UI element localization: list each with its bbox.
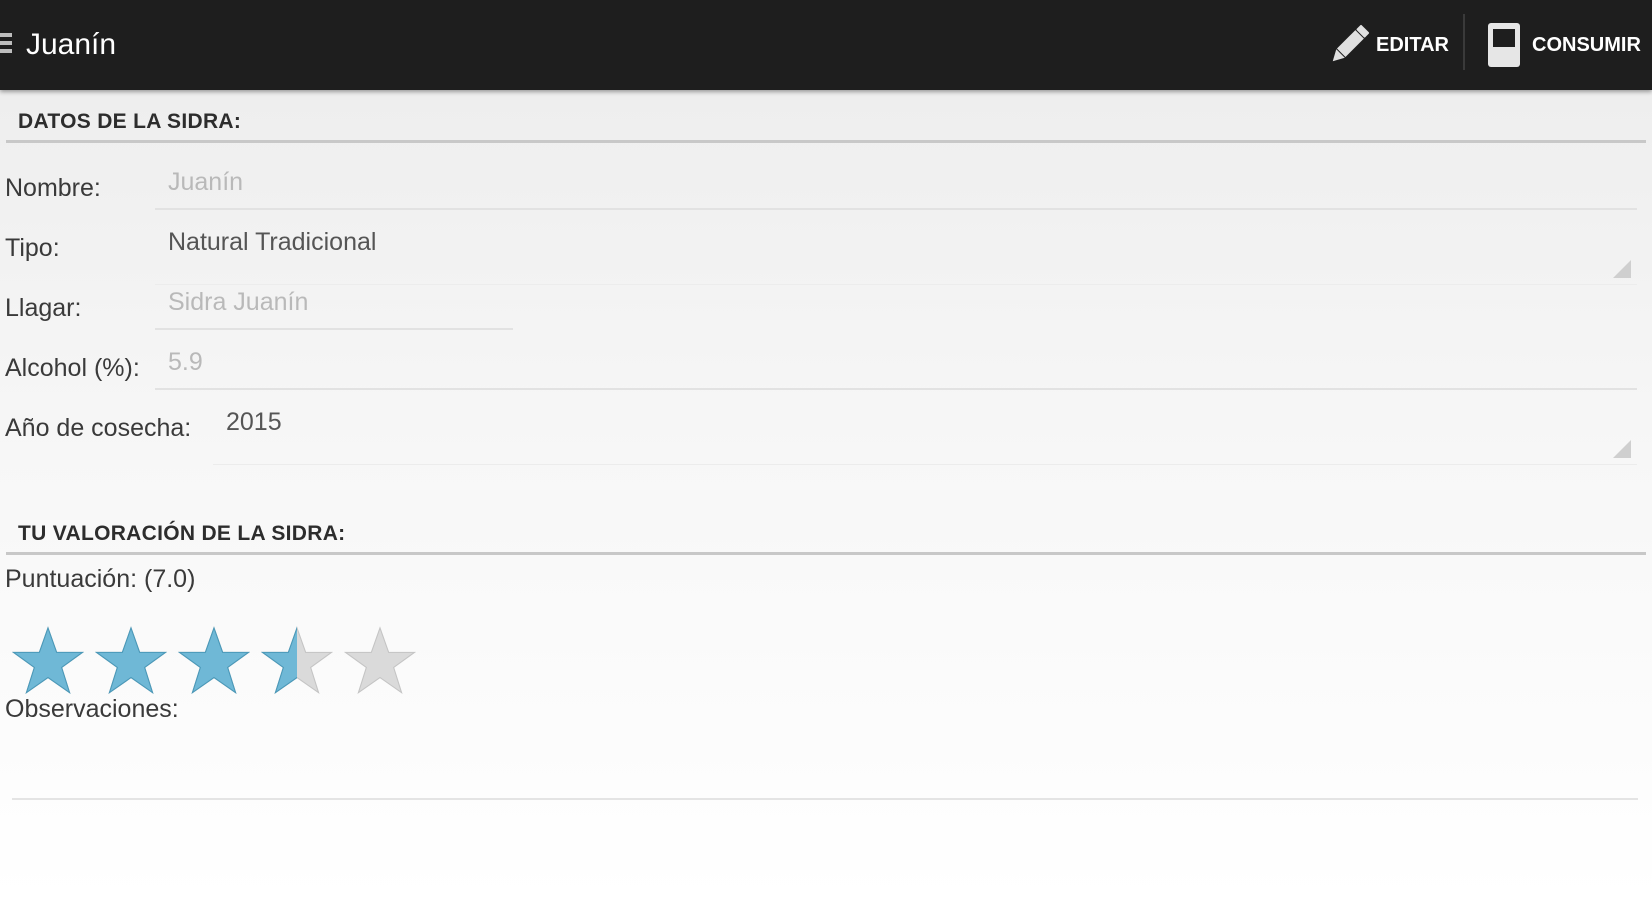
spinner-arrow-icon bbox=[1613, 440, 1631, 458]
hamburger-icon[interactable] bbox=[0, 33, 12, 57]
star-icon[interactable] bbox=[178, 625, 250, 697]
tipo-value: Natural Tradicional bbox=[168, 228, 377, 256]
section-header-valoracion: TU VALORACIÓN DE LA SIDRA: bbox=[6, 522, 1646, 555]
star-icon[interactable] bbox=[344, 625, 416, 697]
rating-bar[interactable] bbox=[12, 625, 427, 695]
alcohol-field[interactable]: 5.9 bbox=[155, 348, 1637, 390]
cosecha-value: 2015 bbox=[226, 408, 282, 436]
llagar-field[interactable]: Sidra Juanín bbox=[155, 288, 513, 330]
alcohol-label: Alcohol (%): bbox=[5, 354, 140, 382]
pencil-icon bbox=[1332, 24, 1370, 62]
llagar-label: Llagar: bbox=[5, 294, 82, 322]
observaciones-label: Observaciones: bbox=[5, 695, 179, 723]
star-icon[interactable] bbox=[12, 625, 84, 697]
consume-button[interactable]: CONSUMIR bbox=[1484, 0, 1641, 90]
cosecha-spinner[interactable]: 2015 bbox=[213, 408, 1637, 465]
edit-button-label: EDITAR bbox=[1376, 33, 1449, 56]
observaciones-field[interactable] bbox=[12, 758, 1638, 800]
edit-button[interactable]: EDITAR bbox=[1324, 0, 1449, 90]
section-header-datos: DATOS DE LA SIDRA: bbox=[6, 110, 1646, 143]
puntuacion-row: Puntuación: (7.0) bbox=[5, 565, 195, 594]
consume-button-label: CONSUMIR bbox=[1532, 33, 1641, 56]
nombre-value: Juanín bbox=[168, 168, 244, 196]
star-icon[interactable] bbox=[261, 625, 333, 697]
section-title: DATOS DE LA SIDRA: bbox=[18, 110, 242, 133]
page-title: Juanín bbox=[26, 28, 117, 61]
action-divider bbox=[1463, 14, 1465, 70]
star-icon[interactable] bbox=[95, 625, 167, 697]
tipo-spinner[interactable]: Natural Tradicional bbox=[155, 228, 1637, 285]
alcohol-value: 5.9 bbox=[168, 348, 203, 376]
spinner-arrow-icon bbox=[1613, 260, 1631, 278]
nombre-label: Nombre: bbox=[5, 174, 101, 202]
content-area: DATOS DE LA SIDRA: Nombre: Juanín Tipo: … bbox=[0, 90, 1652, 900]
tipo-label: Tipo: bbox=[5, 234, 60, 262]
cosecha-label: Año de cosecha: bbox=[5, 414, 192, 442]
action-bar: Juanín EDITAR CONSUMIR bbox=[0, 0, 1652, 90]
glass-icon bbox=[1488, 23, 1520, 67]
section-title: TU VALORACIÓN DE LA SIDRA: bbox=[18, 522, 346, 545]
puntuacion-value: (7.0) bbox=[144, 565, 196, 593]
puntuacion-label: Puntuación: bbox=[5, 565, 138, 593]
llagar-value: Sidra Juanín bbox=[168, 288, 309, 316]
nombre-field[interactable]: Juanín bbox=[155, 168, 1637, 210]
